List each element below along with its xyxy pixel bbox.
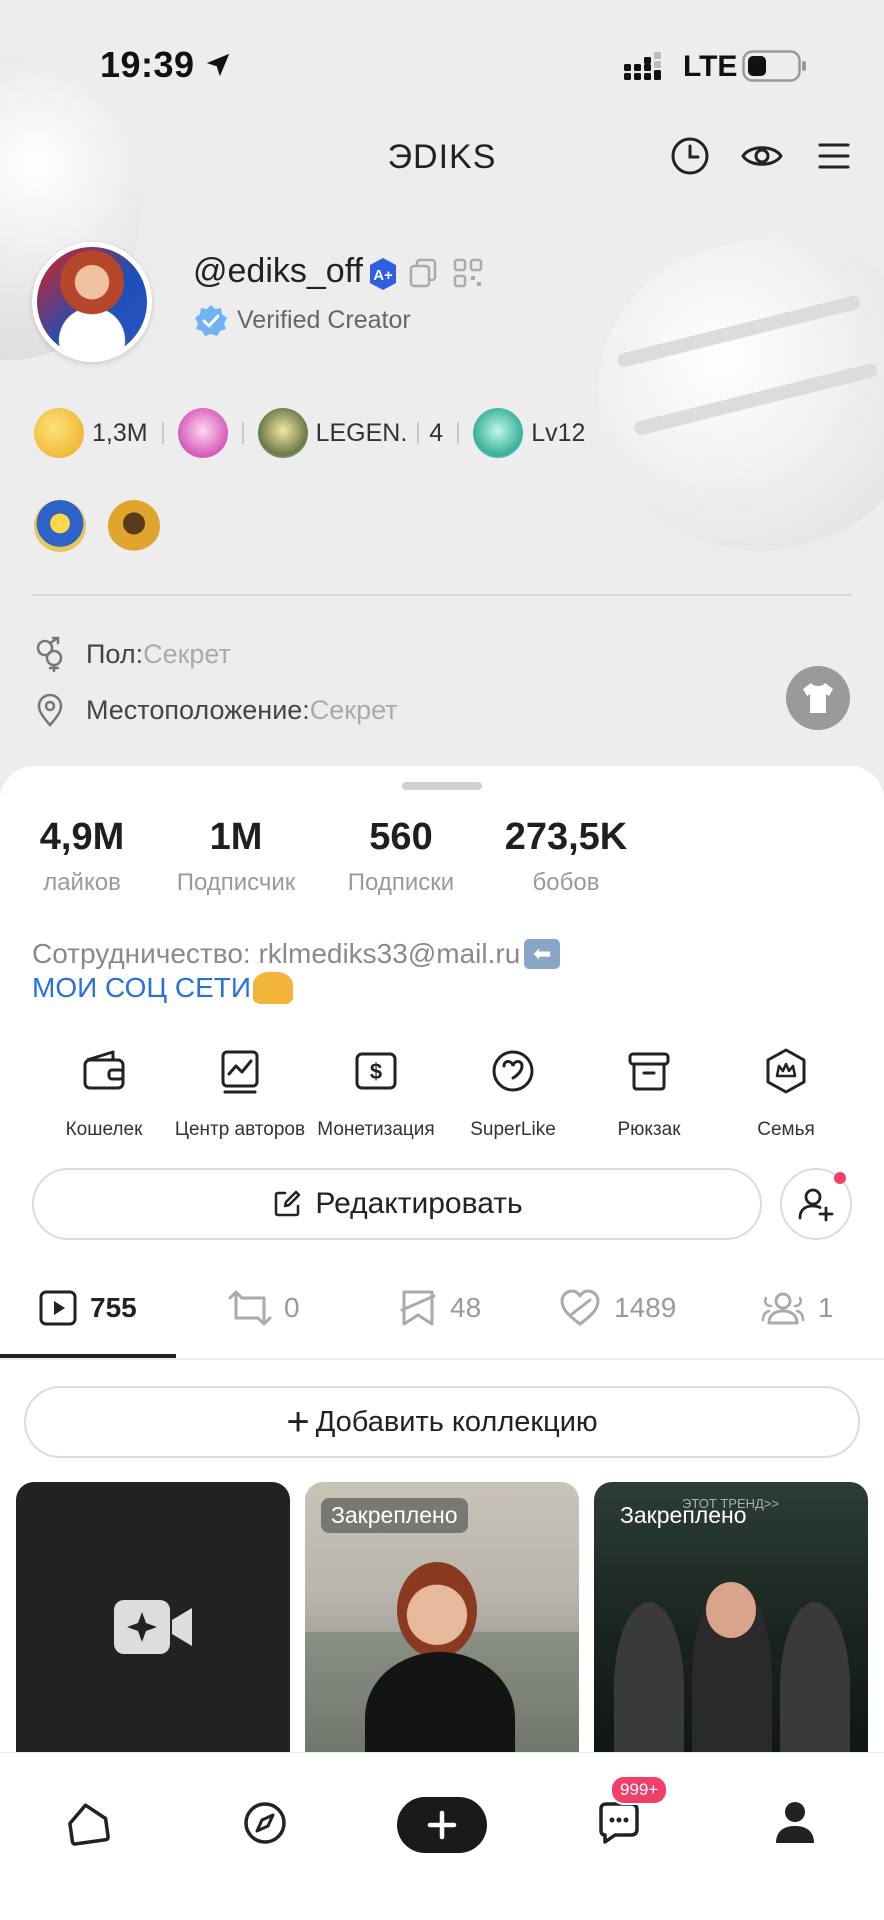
gender-row: Пол: Секрет bbox=[32, 636, 231, 672]
svg-text:$: $ bbox=[370, 1059, 382, 1084]
profile-sheet: 4,9M лайков 1M Подписчик 560 Подписки 273,5… bbox=[0, 766, 884, 1920]
bottom-nav: 999+ bbox=[0, 1752, 884, 1920]
plus-icon: + bbox=[286, 1400, 310, 1444]
gem-badge[interactable] bbox=[177, 408, 228, 458]
tools-row: Кошелек Центр авторов $ Монетизация Supe… bbox=[0, 1046, 884, 1146]
signal-icon bbox=[624, 52, 661, 80]
nav-home[interactable] bbox=[58, 1793, 118, 1853]
location-pin-icon bbox=[37, 693, 63, 727]
video-icon bbox=[39, 1290, 77, 1326]
chart-icon bbox=[221, 1050, 259, 1094]
eye-icon[interactable] bbox=[740, 134, 784, 178]
tab-liked[interactable]: 1489 bbox=[558, 1288, 676, 1328]
chat-icon bbox=[599, 1802, 639, 1844]
stat-following[interactable]: 560 Подписки bbox=[336, 816, 466, 897]
tool-superlike[interactable]: SuperLike bbox=[445, 1046, 581, 1141]
backpack-icon bbox=[628, 1052, 670, 1091]
status-time: 19:39 bbox=[100, 44, 195, 85]
gender-icon bbox=[36, 636, 63, 672]
tool-monetization[interactable]: $ Монетизация bbox=[308, 1046, 444, 1141]
crown-badge-icon[interactable] bbox=[34, 500, 86, 552]
tab-reposts[interactable]: 0 bbox=[228, 1288, 300, 1328]
likes-badge[interactable]: 1,3M bbox=[34, 408, 148, 458]
rank-badge[interactable]: LEGEN. 4 bbox=[257, 408, 443, 458]
nav-profile[interactable] bbox=[765, 1793, 825, 1853]
sheet-handle[interactable] bbox=[402, 782, 482, 790]
edit-pencil-icon bbox=[275, 1190, 301, 1217]
battery-icon bbox=[742, 50, 806, 82]
network-type: LTE bbox=[683, 50, 738, 83]
tool-creator-center[interactable]: Центр авторов bbox=[172, 1046, 308, 1141]
decorative-shape bbox=[567, 204, 884, 586]
video-camera-sparkle-icon bbox=[114, 1600, 192, 1654]
tab-favorites[interactable]: 48 bbox=[398, 1288, 481, 1328]
add-user-icon bbox=[798, 1188, 834, 1222]
edit-profile-button[interactable]: Редактировать bbox=[32, 1168, 762, 1240]
family-icon bbox=[766, 1048, 806, 1094]
copy-icon[interactable] bbox=[409, 258, 437, 288]
repost-icon bbox=[228, 1290, 272, 1326]
tab-groups[interactable]: 1 bbox=[760, 1288, 834, 1328]
content-tabs: 755 0 48 1489 1 bbox=[0, 1274, 884, 1360]
pinned-label: Закреплено bbox=[321, 1498, 468, 1533]
add-collection-button[interactable]: + Добавить коллекцию bbox=[24, 1386, 860, 1458]
profile-icon bbox=[776, 1802, 814, 1843]
drafts-tile[interactable] bbox=[16, 1482, 290, 1772]
aplus-badge-icon: A+ bbox=[370, 258, 396, 290]
tool-family[interactable]: Семья bbox=[718, 1046, 854, 1141]
extra-badges bbox=[34, 500, 160, 552]
tool-wallet[interactable]: Кошелек bbox=[36, 1046, 172, 1141]
username: @ediks_off bbox=[193, 252, 363, 290]
qr-code-icon[interactable] bbox=[453, 258, 483, 288]
raised-hands-emoji-icon bbox=[253, 972, 294, 1004]
tool-backpack[interactable]: Рюкзак bbox=[581, 1046, 717, 1141]
avatar[interactable] bbox=[32, 242, 152, 362]
active-tab-indicator bbox=[0, 1354, 176, 1358]
compass-icon bbox=[244, 1802, 286, 1844]
nav-discover[interactable] bbox=[235, 1793, 295, 1853]
inbox-badge: 999+ bbox=[610, 1775, 669, 1805]
pinned-label: Закреплено bbox=[620, 1502, 747, 1528]
plus-icon bbox=[427, 1810, 457, 1840]
level-badge[interactable]: Lv12 bbox=[473, 408, 585, 458]
bookmark-icon bbox=[400, 1290, 436, 1326]
gem-badge-icon bbox=[177, 408, 228, 458]
video-thumbnail[interactable]: ЭТОТ ТРЕНД>> Закреплено bbox=[594, 1482, 868, 1772]
history-clock-icon[interactable] bbox=[668, 134, 712, 178]
profile-header: 19:39 LTE ЭDIKS @ediks_off A+ Verified C… bbox=[0, 0, 884, 800]
verified-label: Verified Creator bbox=[237, 306, 411, 334]
laurel-badge-icon[interactable] bbox=[108, 500, 160, 552]
group-icon bbox=[761, 1292, 805, 1325]
status-bar: 19:39 LTE bbox=[0, 0, 884, 120]
verified-check-icon bbox=[195, 305, 227, 336]
create-button[interactable] bbox=[397, 1797, 487, 1853]
home-icon bbox=[68, 1803, 110, 1846]
menu-icon[interactable] bbox=[812, 134, 856, 178]
dollar-icon: $ bbox=[355, 1052, 397, 1090]
location-arrow-icon bbox=[206, 53, 230, 77]
badges-row: 1,3M LEGEN. 4 Lv12 bbox=[34, 408, 585, 458]
level-wing-badge-icon bbox=[473, 408, 524, 458]
stats-row: 4,9M лайков 1M Подписчик 560 Подписки 273,5… bbox=[0, 816, 884, 916]
divider bbox=[32, 594, 852, 596]
bio-link[interactable]: МОИ СОЦ СЕТИ bbox=[32, 972, 294, 1004]
rank-star-badge-icon bbox=[257, 408, 308, 458]
superlike-icon bbox=[492, 1050, 534, 1092]
tab-videos[interactable]: 755 bbox=[38, 1288, 137, 1328]
video-thumbnail[interactable]: Закреплено bbox=[305, 1482, 579, 1772]
heart-icon bbox=[560, 1289, 600, 1326]
svg-text:A+: A+ bbox=[373, 267, 393, 284]
left-arrow-emoji-icon: ⬅ bbox=[524, 939, 561, 969]
stat-beans[interactable]: 273,5K бобов bbox=[496, 816, 636, 897]
location-row: Местоположение: Секрет bbox=[32, 692, 398, 728]
thumbs-up-badge-icon bbox=[34, 408, 84, 458]
notification-dot bbox=[834, 1172, 846, 1184]
wallet-icon bbox=[83, 1050, 125, 1090]
video-grid: Закреплено ЭТОТ ТРЕНД>> Закреплено bbox=[16, 1482, 868, 1772]
stat-likes[interactable]: 4,9M лайков bbox=[32, 816, 132, 897]
tshirt-icon bbox=[803, 683, 833, 713]
bio-line: Сотрудничество: rklmediks33@mail.ru ⬅ bbox=[32, 938, 561, 970]
outfit-button[interactable] bbox=[786, 666, 850, 730]
stat-followers[interactable]: 1M Подписчик bbox=[166, 816, 306, 897]
